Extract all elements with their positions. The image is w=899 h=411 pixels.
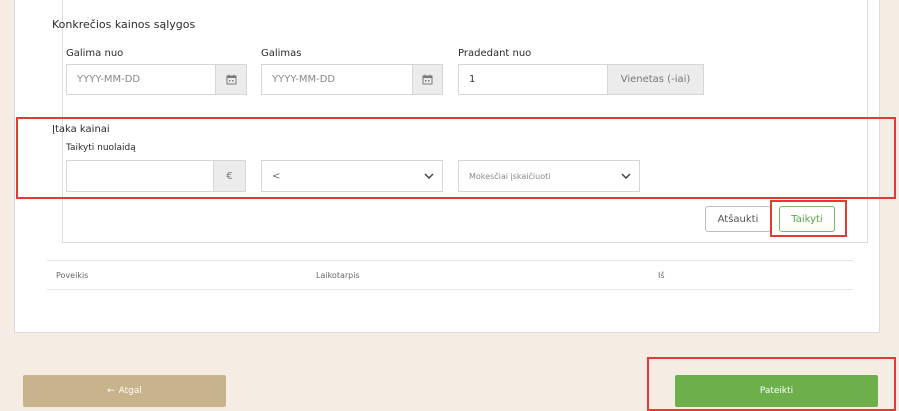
back-label: Atgal [118, 386, 142, 396]
unit-addon: Vienetas (-iai) [607, 64, 704, 95]
starting-from-value: 1 [469, 74, 476, 85]
available-from-placeholder: YYYY-MM-DD [77, 74, 141, 85]
available-from-label: Galima nuo [66, 48, 124, 59]
available-to-input[interactable]: YYYY-MM-DD [261, 64, 413, 95]
available-to-placeholder: YYYY-MM-DD [272, 74, 336, 85]
highlight-submit-button [647, 357, 896, 411]
arrow-left-icon: ← [107, 386, 115, 396]
available-from-input[interactable]: YYYY-MM-DD [66, 64, 216, 95]
available-to-label: Galimas [261, 48, 302, 59]
calendar-icon[interactable] [215, 64, 247, 95]
starting-from-quantity-input[interactable]: 1 [458, 64, 608, 95]
column-impact: Poveikis [56, 271, 89, 280]
back-button[interactable]: ← Atgal [23, 375, 226, 407]
section-title: Konkrečios kainos sąlygos [52, 18, 196, 31]
calendar-icon[interactable] [412, 64, 443, 95]
table-header: Poveikis Laikotarpis Iš [47, 260, 853, 290]
column-from: Iš [658, 271, 665, 280]
highlight-impact-section [16, 117, 896, 199]
unit-label: Vienetas (-iai) [620, 74, 691, 85]
highlight-apply-button [770, 200, 847, 237]
column-period: Laikotarpis [316, 271, 360, 280]
cancel-button[interactable]: Atšaukti [705, 206, 771, 232]
starting-from-label: Pradedant nuo [458, 48, 532, 59]
